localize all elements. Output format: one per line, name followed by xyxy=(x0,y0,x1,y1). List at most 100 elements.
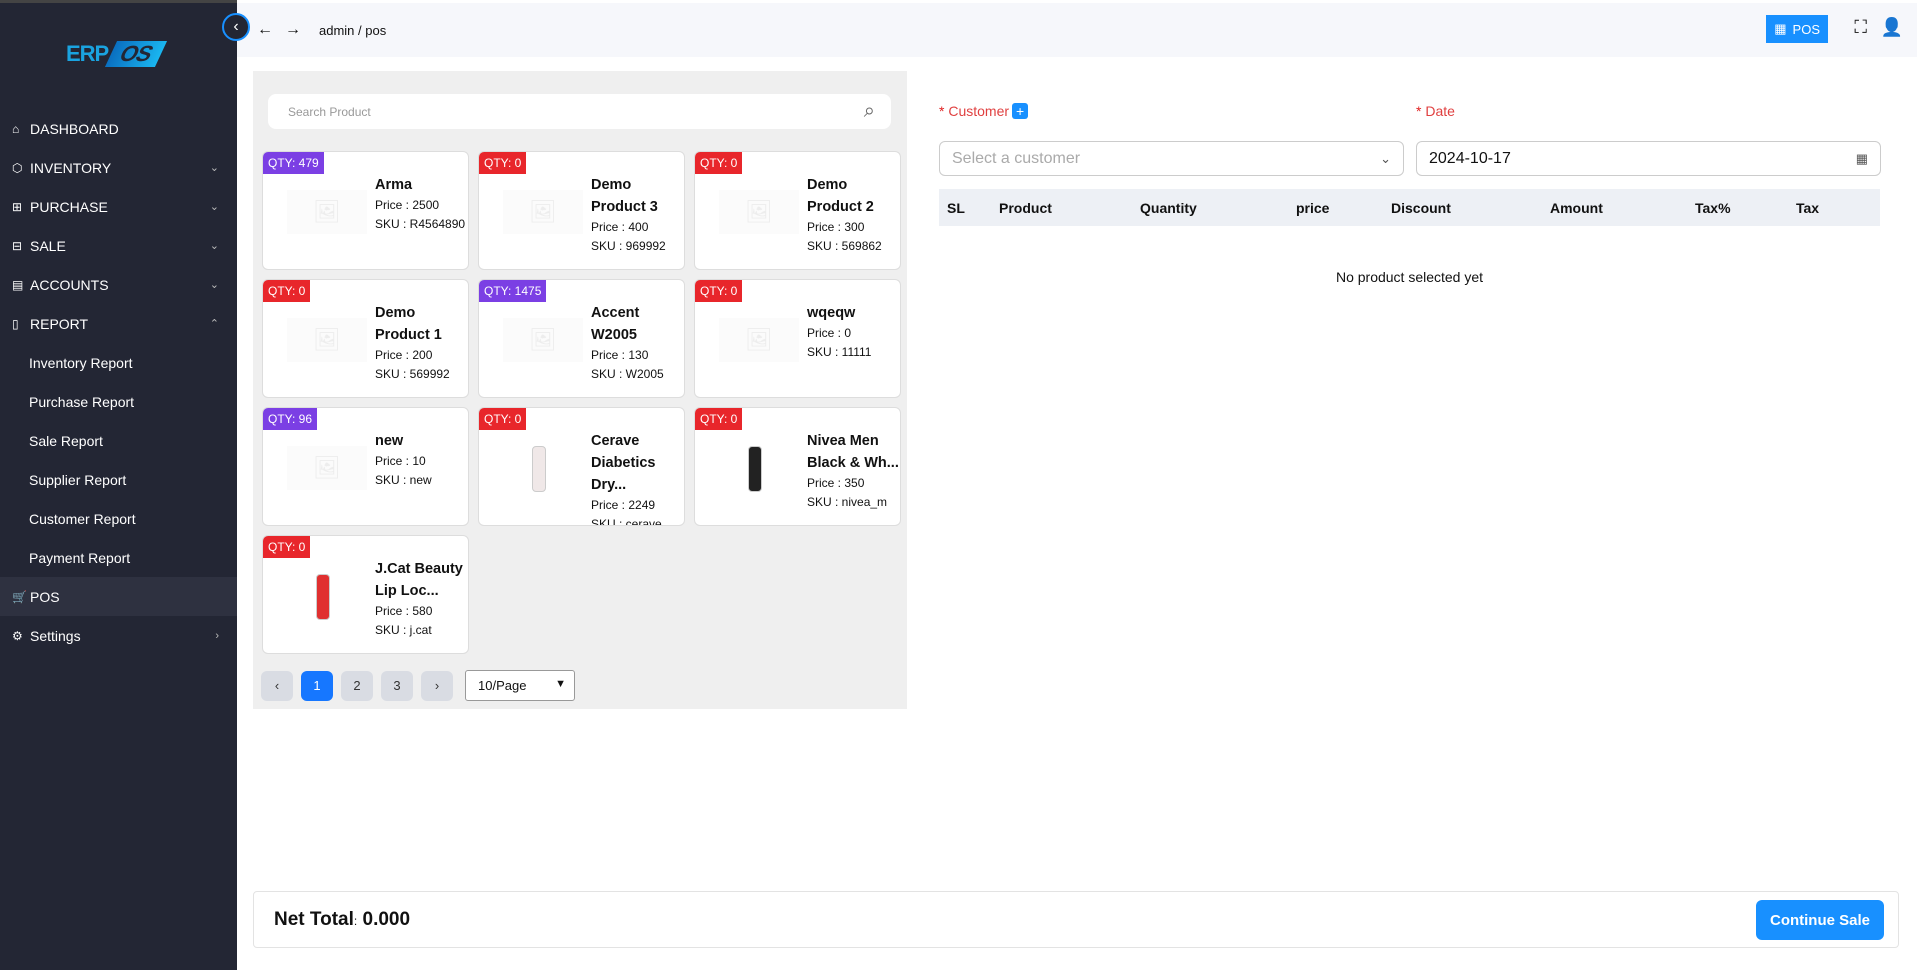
product-info: Arma Price : 2500 SKU : R4564890 xyxy=(375,174,467,234)
collapse-sidebar-button[interactable]: ‹ xyxy=(222,13,250,41)
product-info: Demo Product 3 Price : 400 SKU : 969992 xyxy=(591,174,683,256)
sidebar-item-label: REPORT xyxy=(30,315,89,332)
product-sku: SKU : R4564890 xyxy=(375,217,466,231)
product-sku: SKU : j.cat xyxy=(375,623,432,637)
product-price: Price : 2249 xyxy=(591,498,656,512)
product-name: Nivea Men Black & Wh... xyxy=(807,433,899,471)
sidebar-item-dashboard[interactable]: ⌂ DASHBOARD xyxy=(0,109,237,148)
sidebar-subitem-report[interactable]: Purchase Report xyxy=(0,382,237,421)
sidebar-subitem-report[interactable]: Payment Report xyxy=(0,538,237,577)
continue-sale-button[interactable]: Continue Sale xyxy=(1756,900,1884,940)
product-price: Price : 0 xyxy=(807,326,852,340)
sidebar-item-label: PURCHASE xyxy=(30,198,108,215)
page-2-button[interactable]: 2 xyxy=(341,670,373,701)
chevron-icon: ⌄ xyxy=(209,201,219,213)
inventory-icon: ⬡ xyxy=(12,160,23,175)
sidebar-subitem-report[interactable]: Customer Report xyxy=(0,499,237,538)
product-card[interactable]: QTY: 0 J.Cat Beauty Lip Loc... Price : 580… xyxy=(262,535,469,654)
product-info: J.Cat Beauty Lip Loc... Price : 580 SKU : … xyxy=(375,558,467,640)
sidebar-item-report[interactable]: ▯ REPORT ⌃ xyxy=(0,304,237,343)
product-sku: SKU : cerave_ xyxy=(591,517,669,526)
customer-select[interactable]: Select a customer ⌄ xyxy=(939,141,1404,176)
footer-bar: Net Total: 0.000 Continue Sale xyxy=(253,891,1899,948)
qty-badge: QTY: 0 xyxy=(263,536,311,558)
product-image xyxy=(519,442,559,496)
accounts-icon: ▤ xyxy=(12,277,24,292)
product-sku: SKU : 969992 xyxy=(591,239,666,253)
sidebar-item-pos[interactable]: 🛒 POS xyxy=(0,577,237,616)
qty-badge: QTY: 0 xyxy=(695,152,743,174)
pos-button[interactable]: ▦ POS xyxy=(1766,15,1828,43)
sidebar-item-purchase[interactable]: ⊞ PURCHASE ⌄ xyxy=(0,187,237,226)
page-3-button[interactable]: 3 xyxy=(381,670,413,701)
qty-badge: QTY: 0 xyxy=(479,152,527,174)
logo-os: OS xyxy=(105,41,168,67)
product-price: Price : 350 xyxy=(807,476,865,490)
purchase-icon: ⊞ xyxy=(12,199,23,214)
add-customer-button[interactable]: + xyxy=(1012,103,1029,119)
search-input[interactable]: Search Product ⌕ xyxy=(268,94,891,129)
product-card[interactable]: QTY: 1475 🖼 Accent W2005 Price : 130 SKU : W… xyxy=(478,279,685,398)
sidebar-nav: ⌂ DASHBOARD ⬡ INVENTORY ⌄ ⊞ PURCHASE ⌄ ⊟ SALE ⌄ ▤ AC… xyxy=(0,109,237,655)
sidebar-subitem-report[interactable]: Inventory Report xyxy=(0,343,237,382)
sidebar-item-inventory[interactable]: ⬡ INVENTORY ⌄ xyxy=(0,148,237,187)
header: ← → admin / pos ▦ POS ⛶ 👤 xyxy=(237,3,1917,57)
pos-label: POS xyxy=(1792,21,1820,37)
column-header-discount: Discount xyxy=(1391,200,1451,216)
product-card[interactable]: QTY: 479 🖼 Arma Price : 2500 SKU : R4564890 xyxy=(262,151,469,270)
sidebar-item-settings[interactable]: ⚙ Settings › xyxy=(0,616,237,655)
product-card[interactable]: QTY: 96 🖼 new Price : 10 SKU : new xyxy=(262,407,469,526)
column-header-product: Product xyxy=(999,200,1052,216)
breadcrumb: admin / pos xyxy=(319,22,387,38)
grid-icon: ▦ xyxy=(1774,21,1787,36)
product-sku: SKU : 569862 xyxy=(807,239,882,253)
product-price: Price : 2500 xyxy=(375,198,440,212)
product-card[interactable]: QTY: 0 🖼 Demo Product 1 Price : 200 SKU : 56… xyxy=(262,279,469,398)
page-size-select[interactable]: 10/Page ▼ xyxy=(465,670,575,701)
page-size-value: 10/Page xyxy=(478,678,527,693)
search-icon[interactable]: ⌕ xyxy=(864,100,875,123)
product-card[interactable]: QTY: 0 Nivea Men Black & Wh... Price : 350… xyxy=(694,407,901,526)
user-icon[interactable]: 👤 xyxy=(1881,17,1903,38)
cart-icon: 🛒 xyxy=(12,589,27,604)
product-image xyxy=(735,442,775,496)
customer-label: * Customer + xyxy=(939,103,1029,119)
product-grid: QTY: 479 🖼 Arma Price : 2500 SKU : R4564890 Q… xyxy=(262,151,901,654)
home-icon: ⌂ xyxy=(12,121,20,136)
back-arrow-icon[interactable]: ← xyxy=(257,21,273,39)
page-1-button[interactable]: 1 xyxy=(301,670,333,701)
product-info: Demo Product 2 Price : 300 SKU : 569862 xyxy=(807,174,899,256)
sidebar-item-accounts[interactable]: ▤ ACCOUNTS ⌄ xyxy=(0,265,237,304)
product-name: Demo Product 2 xyxy=(807,177,874,215)
qty-badge: QTY: 0 xyxy=(263,280,311,302)
calendar-icon[interactable]: ▦ xyxy=(1856,151,1868,167)
sidebar-item-label: ACCOUNTS xyxy=(30,276,109,293)
image-placeholder-icon: 🖼 xyxy=(287,318,367,362)
product-sku: SKU : nivea_m xyxy=(807,495,888,509)
fullscreen-icon[interactable]: ⛶ xyxy=(1854,17,1867,38)
product-card[interactable]: QTY: 0 🖼 Demo Product 2 Price : 300 SKU : 56… xyxy=(694,151,901,270)
product-card[interactable]: QTY: 0 🖼 wqeqw Price : 0 SKU : 11111 xyxy=(694,279,901,398)
qty-badge: QTY: 479 xyxy=(263,152,324,174)
product-name: new xyxy=(375,433,404,449)
column-header-amount: Amount xyxy=(1550,200,1603,216)
sidebar-item-label: Settings xyxy=(30,627,81,644)
next-page-button[interactable]: › xyxy=(421,670,453,701)
sidebar-subitem-report[interactable]: Sale Report xyxy=(0,421,237,460)
date-field[interactable]: 2024-10-17 ▦ xyxy=(1416,141,1881,176)
product-price: Price : 300 xyxy=(807,220,865,234)
chevron-down-icon: ▼ xyxy=(555,678,566,690)
chevron-icon: ⌃ xyxy=(209,318,219,330)
product-info: Cerave Diabetics Dry... Price : 2249 SKU :… xyxy=(591,430,683,526)
forward-arrow-icon[interactable]: → xyxy=(285,21,301,39)
product-card[interactable]: QTY: 0 🖼 Demo Product 3 Price : 400 SKU : 96… xyxy=(478,151,685,270)
product-name: wqeqw xyxy=(807,305,856,321)
sidebar-item-sale[interactable]: ⊟ SALE ⌄ xyxy=(0,226,237,265)
prev-page-button[interactable]: ‹ xyxy=(261,670,293,701)
product-card[interactable]: QTY: 0 Cerave Diabetics Dry... Price : 224… xyxy=(478,407,685,526)
sidebar-subitem-report[interactable]: Supplier Report xyxy=(0,460,237,499)
image-placeholder-icon: 🖼 xyxy=(287,190,367,234)
product-name: Demo Product 3 xyxy=(591,177,658,215)
chevron-down-icon: ⌄ xyxy=(1380,150,1391,166)
column-header-tax-pct: Tax% xyxy=(1695,200,1731,216)
